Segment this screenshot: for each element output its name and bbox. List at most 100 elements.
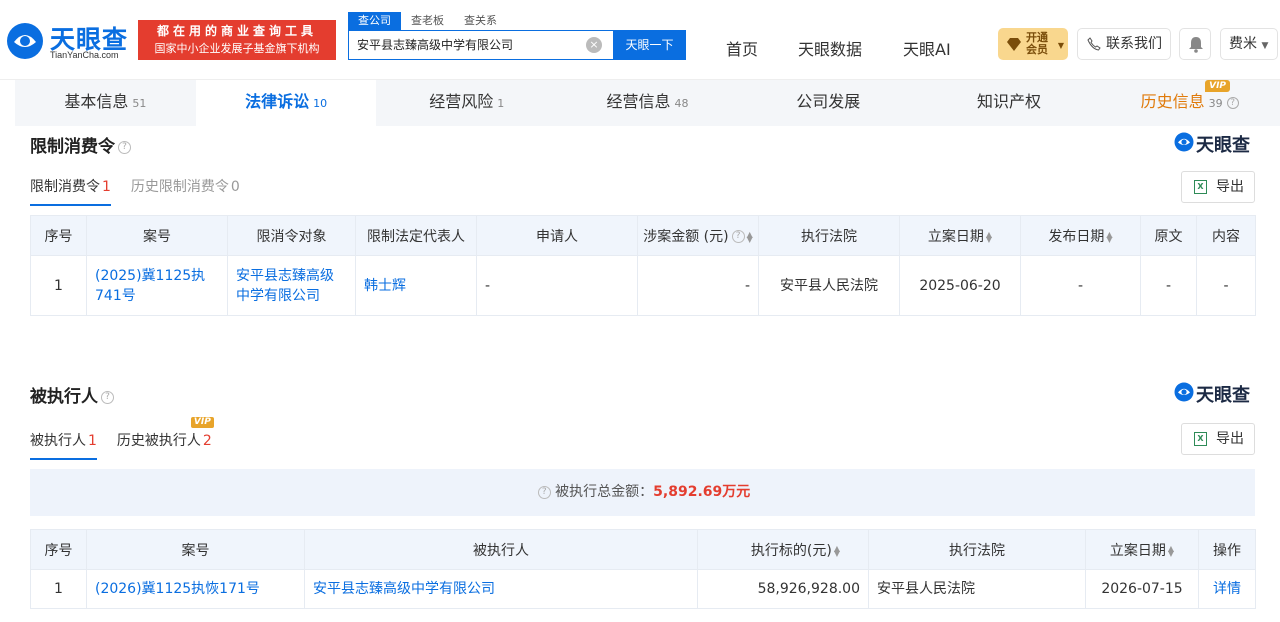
col-filed-label: 立案日期 — [1109, 542, 1166, 559]
tab-history-info[interactable]: 历史信息 39? VIP — [1099, 80, 1280, 126]
search-button[interactable]: 天眼一下 — [613, 30, 686, 60]
table-header-row: 序号 案号 被执行人 执行标的(元) ▲ ▼ 执行法院 立案日期 ▲ ▼ 操作 — [30, 529, 1256, 570]
subtab-restriction-current[interactable]: 限制消费令 1 — [30, 176, 111, 206]
col-applicant: 申请人 — [476, 215, 638, 256]
detail-link[interactable]: 详情 — [1198, 569, 1256, 609]
cell-index: 1 — [30, 569, 87, 609]
help-icon[interactable]: ? — [537, 485, 551, 499]
section-title-text: 限制消费令 — [30, 137, 115, 157]
table-row: 1 (2026)冀1125执恢171号 安平县志臻高级中学有限公司 58,926… — [30, 569, 1256, 609]
notification-button[interactable] — [1179, 28, 1211, 60]
subtab-restriction-history[interactable]: 历史限制消费令 0 — [131, 176, 240, 206]
phone-icon — [1087, 37, 1101, 51]
table-header-row: 序号 案号 限消令对象 限制法定代表人 申请人 涉案金额 (元)? ▲ ▼ 执行法院… — [30, 215, 1256, 256]
search-input[interactable]: 安平县志臻高级中学有限公司 — [348, 30, 614, 60]
slogan-line-1: 都在用的商业查询工具 — [156, 24, 317, 38]
logo-eye-icon — [7, 23, 43, 59]
col-amount[interactable]: 涉案金额 (元)? ▲ ▼ — [637, 215, 759, 256]
col-publish-label: 发布日期 — [1048, 228, 1105, 245]
col-action: 操作 — [1198, 529, 1256, 570]
contact-us-button[interactable]: 联系我们 — [1077, 28, 1171, 60]
section-title-text: 被执行人 — [30, 387, 98, 407]
case-number-link[interactable]: (2025)冀1125执741号 — [86, 255, 228, 316]
nav-ai[interactable]: 天眼AI — [903, 36, 951, 60]
col-publish-date[interactable]: 发布日期 ▲ ▼ — [1020, 215, 1141, 256]
tab-legal-litigation[interactable]: 法律诉讼 10 — [195, 80, 377, 126]
export-label: 导出 — [1216, 179, 1244, 195]
clear-search-icon[interactable]: × — [586, 37, 602, 53]
nav-data[interactable]: 天眼数据 — [798, 36, 862, 60]
subtab-label: 历史限制消费令 — [130, 179, 229, 195]
help-icon[interactable]: ? — [118, 140, 131, 154]
help-icon[interactable]: ? — [1226, 96, 1239, 109]
col-executed-party: 被执行人 — [304, 529, 698, 570]
sort-icon[interactable]: ▲ ▼ — [747, 230, 753, 243]
help-icon[interactable]: ? — [731, 230, 745, 243]
tab-label: 法律诉讼 — [245, 92, 310, 111]
tab-count: 51 — [132, 97, 147, 110]
col-target: 限消令对象 — [227, 215, 356, 256]
export-button[interactable]: X 导出 — [1181, 423, 1255, 455]
logo-eye-icon — [1174, 382, 1194, 402]
contact-us-label: 联系我们 — [1106, 36, 1162, 52]
tab-count: 10 — [313, 97, 328, 110]
sort-icon[interactable]: ▲ ▼ — [834, 544, 840, 557]
tab-label: 经营风险 — [429, 92, 494, 111]
col-case-no: 案号 — [86, 529, 305, 570]
tab-business-risk[interactable]: 经营风险 1 — [376, 80, 557, 126]
col-case-no: 案号 — [86, 215, 228, 256]
brand-watermark: 天眼查 — [1174, 381, 1256, 406]
case-number-link[interactable]: (2026)冀1125执恢171号 — [86, 569, 305, 609]
executed-subtabs: 被执行人 1 历史被执行人 2 VIP — [30, 417, 232, 460]
diamond-icon — [1007, 38, 1021, 51]
col-amount-label: 涉案金额 (元) — [643, 228, 729, 245]
help-icon[interactable]: ? — [101, 390, 114, 404]
top-header: 天眼查 TianYanCha.com 都在用的商业查询工具 国家中小企业发展子基… — [0, 0, 1280, 80]
cell-court: 安平县人民法院 — [758, 255, 900, 316]
tab-label: 公司发展 — [796, 92, 861, 111]
export-label: 导出 — [1216, 431, 1244, 447]
subtab-executed-history[interactable]: 历史被执行人 2 VIP — [117, 417, 214, 460]
cell-filed-date: 2025-06-20 — [899, 255, 1021, 316]
tab-count: 48 — [674, 97, 689, 110]
open-vip-button[interactable]: 开通 会员 ▼ — [998, 28, 1068, 60]
total-amount: 5,892.69万元 — [653, 484, 751, 500]
target-company-link[interactable]: 安平县志臻高级中学有限公司 — [227, 255, 356, 316]
cell-filed-date: 2026-07-15 — [1085, 569, 1199, 609]
excel-icon: X — [1194, 432, 1207, 446]
tab-business-info[interactable]: 经营信息 48 — [557, 80, 738, 126]
tab-basic-info[interactable]: 基本信息 51 — [15, 80, 196, 126]
tab-intellectual-property[interactable]: 知识产权 — [919, 80, 1100, 126]
col-original: 原文 — [1140, 215, 1197, 256]
total-label: 被执行总金额： — [555, 484, 654, 500]
search-tab-company[interactable]: 查公司 — [348, 12, 401, 30]
cell-amount: - — [637, 255, 759, 316]
sort-icon[interactable]: ▲ ▼ — [986, 230, 992, 243]
search-type-tabs: 查公司 查老板 查关系 — [348, 12, 507, 30]
col-amount[interactable]: 执行标的(元) ▲ ▼ — [697, 529, 869, 570]
subtab-count: 1 — [102, 179, 111, 195]
tab-company-development[interactable]: 公司发展 — [738, 80, 919, 126]
col-filed-date[interactable]: 立案日期 ▲ ▼ — [1085, 529, 1199, 570]
search-tab-relation[interactable]: 查关系 — [454, 12, 507, 30]
cell-content: - — [1196, 255, 1256, 316]
executed-company-link[interactable]: 安平县志臻高级中学有限公司 — [304, 569, 698, 609]
executed-section-title: 被执行人? — [30, 382, 114, 407]
search-tab-boss[interactable]: 查老板 — [401, 12, 454, 30]
export-button[interactable]: X 导出 — [1181, 171, 1255, 203]
sort-icon[interactable]: ▲ ▼ — [1168, 544, 1174, 557]
col-filed-date[interactable]: 立案日期 ▲ ▼ — [899, 215, 1021, 256]
site-logo[interactable]: 天眼查 TianYanCha.com — [6, 20, 132, 64]
nav-home[interactable]: 首页 — [726, 36, 758, 60]
vip-badge: VIP — [1205, 80, 1231, 92]
tab-label: 知识产权 — [976, 92, 1041, 111]
cell-index: 1 — [30, 255, 87, 316]
col-filed-label: 立案日期 — [927, 228, 984, 245]
restriction-section-title: 限制消费令? — [30, 132, 131, 157]
subtab-executed-current[interactable]: 被执行人 1 — [30, 430, 97, 460]
legal-rep-link[interactable]: 韩士辉 — [355, 255, 477, 316]
user-menu-button[interactable]: 费米 ▼ — [1220, 28, 1278, 60]
col-content: 内容 — [1196, 215, 1256, 256]
sort-icon[interactable]: ▲ ▼ — [1106, 230, 1112, 243]
subtab-count: 1 — [88, 433, 97, 449]
